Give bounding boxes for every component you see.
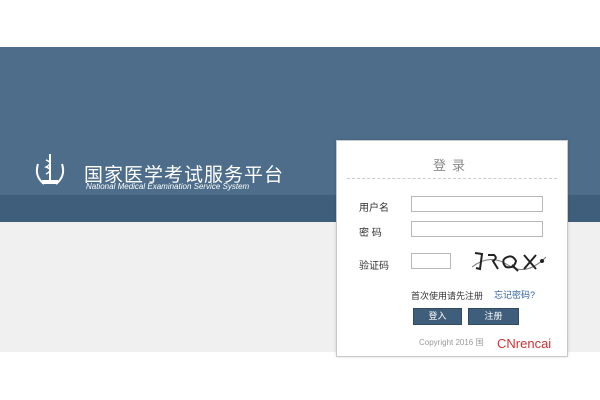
captcha-image[interactable] xyxy=(470,247,548,275)
site-subtitle: National Medical Examination Service Sys… xyxy=(86,182,250,191)
password-label: 密 码 xyxy=(359,228,382,239)
bottom-background xyxy=(0,352,600,400)
username-label: 用户名 xyxy=(359,203,389,214)
password-input[interactable] xyxy=(411,221,543,237)
medical-emblem-icon xyxy=(30,150,70,190)
login-button[interactable]: 登入 xyxy=(413,308,462,325)
captcha-label: 验证码 xyxy=(359,261,389,272)
captcha-input[interactable] xyxy=(411,253,451,269)
copyright-text: Copyright 2016 国 xyxy=(419,338,484,347)
forgot-password-link[interactable]: 忘记密码? xyxy=(494,288,535,301)
watermark-text: CNrencai xyxy=(497,336,552,351)
username-input[interactable] xyxy=(411,196,543,212)
register-button[interactable]: 注册 xyxy=(468,308,519,325)
top-background xyxy=(0,0,600,47)
register-hint-link[interactable]: 首次使用请先注册 xyxy=(411,289,483,302)
login-title: 登录 xyxy=(432,158,471,173)
login-divider xyxy=(347,178,557,179)
login-panel: 登录 用户名 密 码 验证码 首次使用请先注册 忘记密码? 登入 注册 Copy… xyxy=(336,140,568,357)
